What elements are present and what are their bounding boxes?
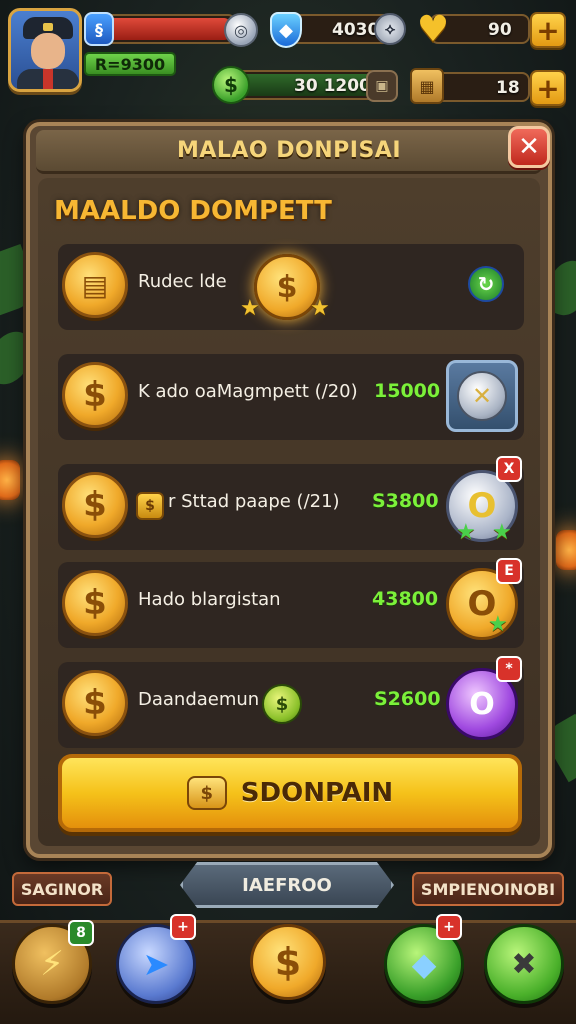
background-lantern bbox=[0, 460, 20, 500]
offer-price: S2600 bbox=[374, 688, 441, 710]
offer-row[interactable]: ▤ Rudec lde $ ★ ★ ↻ bbox=[58, 244, 524, 330]
offer-row[interactable]: $ r Sttad paape (/21) $ S3800 O ★ ★ X bbox=[58, 456, 524, 550]
purchase-button-label: SDONPAIN bbox=[240, 778, 394, 808]
panel-header: MALAO DONPISAI bbox=[36, 130, 542, 174]
offer-label: Daandaemun bbox=[138, 689, 260, 710]
tag-left[interactable]: SAGINOR bbox=[12, 872, 112, 906]
purchase-button[interactable]: $ SDONPAIN bbox=[58, 754, 522, 832]
offer-label: K ado oaMagmpett (/20) bbox=[138, 381, 358, 402]
star-icon: ★ bbox=[488, 612, 508, 637]
nav-coin-button[interactable]: $ bbox=[250, 924, 326, 1000]
panel-title: MALAO DONPISAI bbox=[176, 138, 402, 163]
star-icon: ★ bbox=[456, 520, 476, 545]
add-crates-button[interactable]: + bbox=[530, 70, 566, 106]
green-coin-icon: $ bbox=[262, 684, 302, 724]
offer-row[interactable]: $ Daandaemun $ S2600 O * bbox=[58, 656, 524, 748]
reward-badge: X bbox=[496, 456, 522, 482]
blue-gem-icon: ◆ bbox=[270, 12, 302, 48]
coin-stack-icon: $ bbox=[186, 776, 227, 810]
dollar-coin-icon: $ bbox=[62, 472, 128, 538]
silver-coin-stack-icon: ✕ bbox=[446, 360, 518, 432]
nav-badge: + bbox=[436, 914, 462, 940]
offer-price: S3800 bbox=[372, 490, 439, 512]
star-icon: ★ bbox=[240, 296, 260, 321]
green-coin-icon: $ bbox=[212, 66, 250, 104]
wrench-icon: ✖ bbox=[511, 946, 537, 982]
nav-badge: 8 bbox=[68, 920, 94, 946]
avatar-suit bbox=[17, 69, 79, 89]
reward-badge: E bbox=[496, 558, 522, 584]
player-avatar[interactable] bbox=[8, 8, 82, 92]
avatar-face bbox=[31, 33, 65, 69]
tab-center[interactable]: IAEFROO bbox=[180, 862, 394, 908]
crates-value: 18 bbox=[496, 78, 520, 98]
background-lantern bbox=[556, 530, 576, 570]
wallet-icon: ▣ bbox=[366, 70, 398, 102]
offer-label: Hado blargistan bbox=[138, 589, 281, 610]
star-icon: ★ bbox=[310, 296, 330, 321]
add-resource-button[interactable]: + bbox=[530, 12, 566, 48]
tag-right[interactable]: SMPIENOINOBI bbox=[412, 872, 564, 906]
refresh-icon[interactable]: ↻ bbox=[468, 266, 504, 302]
reward-badge: * bbox=[496, 656, 522, 682]
currency-bar: 30 1200 bbox=[228, 70, 378, 100]
dollar-coin-icon: $ bbox=[62, 570, 128, 636]
coin-stack-icon: $ bbox=[136, 492, 164, 520]
offer-price: 15000 bbox=[374, 380, 441, 402]
close-button[interactable]: ✕ bbox=[508, 126, 550, 168]
resource3-value: 90 bbox=[488, 20, 512, 40]
crates-bar: 18 bbox=[430, 72, 530, 102]
nav-badge: + bbox=[170, 914, 196, 940]
dollar-coin-icon: $ bbox=[62, 362, 128, 428]
shield-icon: § bbox=[84, 12, 114, 46]
shop-panel: MALAO DONPISAI ✕ MAALDO DOMPETT ▤ Rudec … bbox=[26, 122, 552, 858]
crate-icon: ▦ bbox=[410, 68, 444, 104]
section-title: MAALDO DOMPETT bbox=[54, 196, 332, 226]
offer-label: r Sttad paape (/21) bbox=[168, 491, 340, 512]
dollar-icon: $ bbox=[274, 940, 302, 984]
currency-value: 30 1200 bbox=[294, 76, 371, 96]
gem-icon: ◆ bbox=[411, 945, 437, 983]
offer-label: Rudec lde bbox=[138, 271, 227, 292]
compass-icon: ⟡ bbox=[374, 13, 406, 45]
offer-row[interactable]: $ K ado oaMagmpett (/20) 15000 ✕ bbox=[58, 354, 524, 440]
offer-price: 43800 bbox=[372, 588, 439, 610]
silver-coin-icon: ◎ bbox=[224, 13, 258, 47]
gold-heart-icon: ♥ bbox=[416, 8, 450, 50]
resource2-value: 4030 bbox=[332, 20, 380, 40]
nav-tools-button[interactable]: ✖ bbox=[484, 924, 564, 1004]
offer-row[interactable]: $ Hado blargistan 43800 O ★ E bbox=[58, 558, 524, 648]
arrow-icon: ➤ bbox=[142, 945, 170, 983]
level-badge: R=9300 bbox=[84, 52, 176, 76]
star-icon: ★ bbox=[492, 520, 512, 545]
wallet-card-icon: ▤ bbox=[62, 252, 128, 318]
lightning-icon: ⚡ bbox=[40, 944, 64, 984]
dollar-coin-icon: $ bbox=[62, 670, 128, 736]
